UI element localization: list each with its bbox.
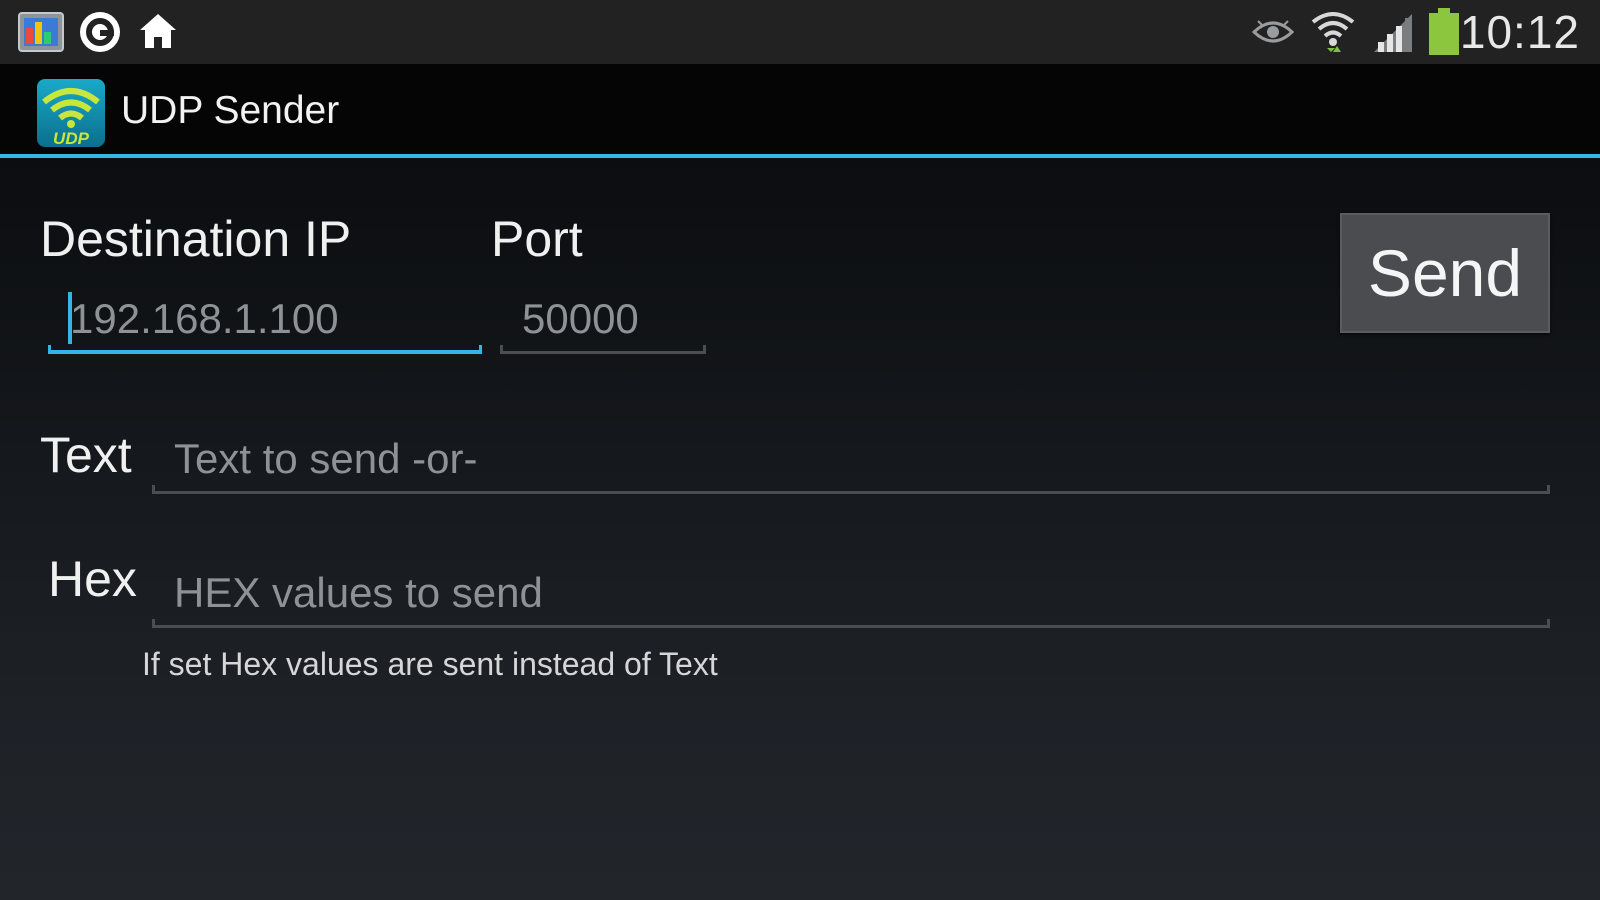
hex-field[interactable]: HEX values to send (152, 558, 1550, 628)
port-underline (500, 345, 706, 354)
hex-underline (152, 619, 1550, 628)
app-title: UDP Sender (121, 89, 340, 132)
destination-ip-field[interactable]: 192.168.1.100 (48, 284, 482, 354)
hex-placeholder: HEX values to send (174, 569, 543, 616)
eye-icon (1252, 20, 1294, 43)
destination-ip-underline (48, 345, 482, 354)
form-container: Destination IP Port 192.168.1.100 50000 … (0, 158, 1600, 900)
hex-label: Hex (48, 551, 137, 607)
signal-icon (1374, 14, 1412, 52)
port-placeholder: 50000 (522, 295, 639, 342)
home-icon (140, 14, 176, 48)
text-underline (152, 485, 1550, 494)
sync-circle-icon (80, 12, 120, 52)
app-logo-text: UDP (53, 129, 90, 148)
clock: 10:12 (1459, 6, 1580, 58)
gallery-icon (18, 12, 64, 52)
text-placeholder: Text to send -or- (174, 435, 478, 482)
port-field[interactable]: 50000 (500, 284, 706, 354)
text-label: Text (40, 427, 132, 483)
screen: 10:12 UDP UDP Sender Destination IP Port (0, 0, 1600, 900)
destination-ip-placeholder: 192.168.1.100 (70, 295, 339, 342)
send-button[interactable]: Send (1340, 213, 1550, 333)
status-bar: 10:12 (0, 0, 1600, 64)
hex-hint: If set Hex values are sent instead of Te… (142, 646, 718, 682)
app-logo-icon[interactable]: UDP (36, 78, 106, 148)
destination-ip-label: Destination IP (40, 211, 352, 267)
wifi-icon (1311, 12, 1355, 52)
text-field[interactable]: Text to send -or- (152, 424, 1550, 494)
action-bar: UDP UDP Sender (0, 64, 1600, 158)
port-label: Port (491, 211, 583, 267)
battery-icon (1429, 8, 1459, 55)
